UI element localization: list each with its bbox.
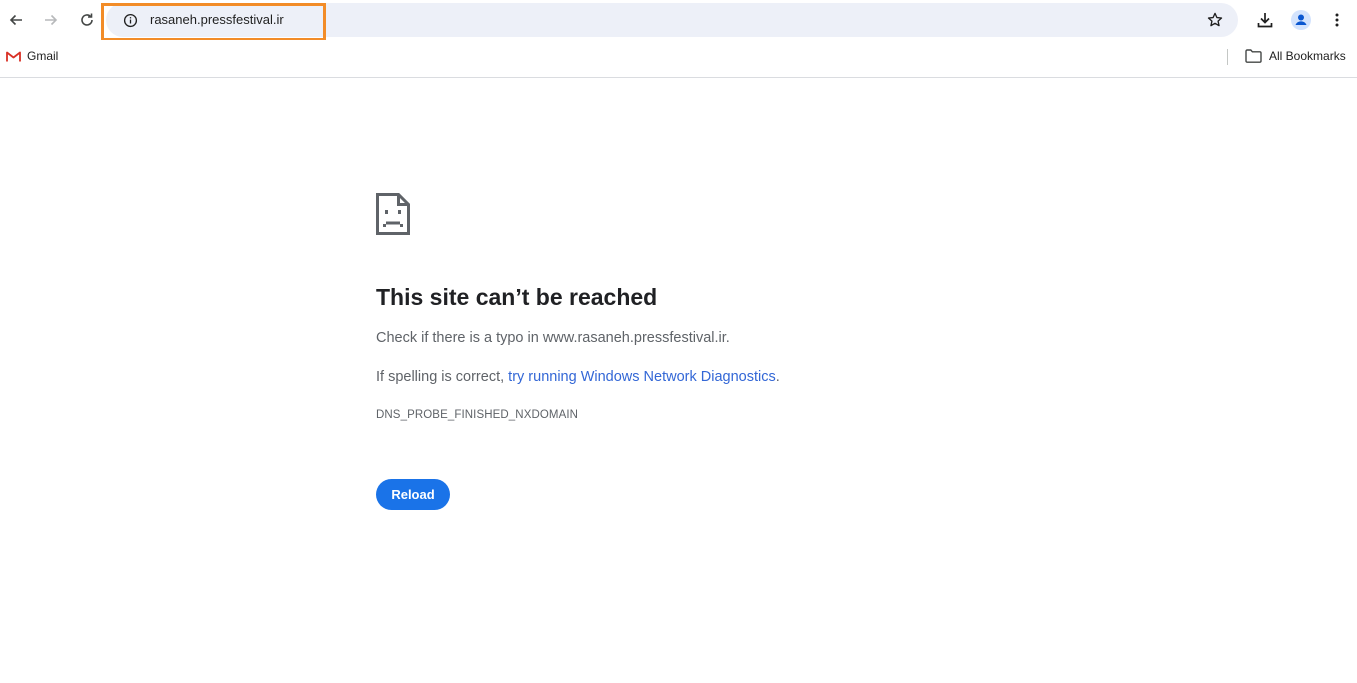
refresh-icon bbox=[81, 13, 93, 26]
error-headline: This site can’t be reached bbox=[376, 284, 658, 310]
browser-toolbar: rasaneh.pressfestival.ir bbox=[0, 0, 1357, 41]
download-icon bbox=[1257, 13, 1273, 28]
person-icon bbox=[1291, 10, 1311, 30]
profile-button[interactable] bbox=[1287, 6, 1315, 34]
reload-button[interactable]: Reload bbox=[376, 479, 450, 510]
reload-page-button[interactable] bbox=[73, 6, 101, 34]
all-bookmarks-button[interactable]: All Bookmarks bbox=[1245, 49, 1346, 63]
three-dots-vertical-icon bbox=[1335, 13, 1339, 27]
sad-page-icon bbox=[376, 193, 410, 240]
back-button[interactable] bbox=[2, 6, 30, 34]
spelling-prefix: If spelling is correct, bbox=[376, 369, 509, 385]
info-icon bbox=[123, 13, 137, 27]
all-bookmarks-label: All Bookmarks bbox=[1269, 49, 1346, 63]
folder-icon bbox=[1245, 49, 1262, 63]
star-icon bbox=[1207, 12, 1223, 27]
url-text[interactable]: rasaneh.pressfestival.ir bbox=[150, 12, 284, 28]
arrow-left-icon bbox=[9, 14, 22, 26]
menu-button[interactable] bbox=[1323, 6, 1351, 34]
bookmarks-bar: Gmail All Bookmarks bbox=[0, 40, 1357, 78]
bookmarks-separator bbox=[1227, 49, 1228, 65]
bookmark-star-button[interactable] bbox=[1203, 8, 1227, 32]
gmail-icon bbox=[6, 51, 21, 61]
bookmark-label: Gmail bbox=[27, 49, 59, 63]
site-info-button[interactable] bbox=[122, 12, 138, 28]
typo-hint: Check if there is a typo in www.rasaneh.… bbox=[376, 330, 730, 346]
forward-button[interactable] bbox=[37, 6, 65, 34]
network-diagnostics-link[interactable]: try running Windows Network Diagnostics bbox=[508, 369, 776, 385]
spelling-hint: If spelling is correct, try running Wind… bbox=[376, 369, 780, 385]
downloads-button[interactable] bbox=[1251, 6, 1279, 34]
arrow-right-icon bbox=[45, 14, 58, 26]
error-code: DNS_PROBE_FINISHED_NXDOMAIN bbox=[376, 409, 579, 421]
spelling-suffix: . bbox=[775, 369, 780, 385]
bookmark-gmail[interactable]: Gmail bbox=[6, 49, 58, 63]
